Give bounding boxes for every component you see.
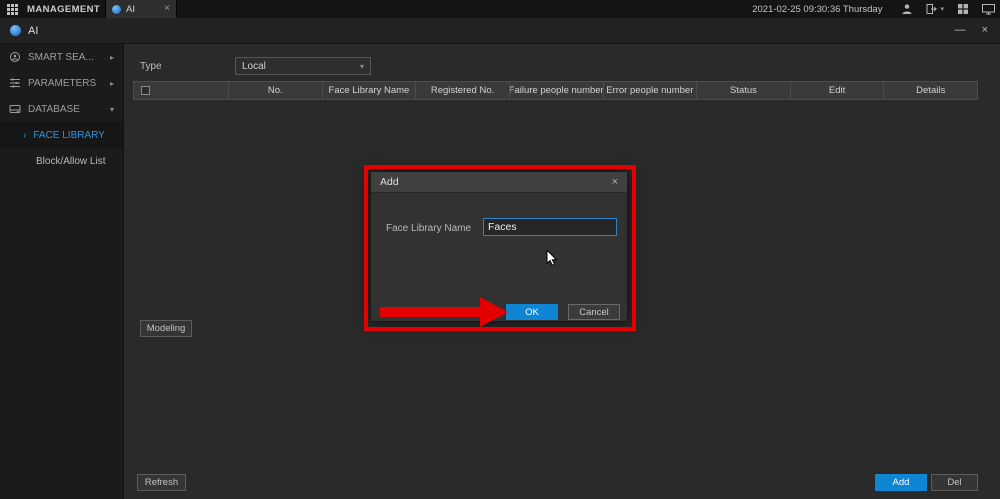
- sidebar-item-label: Block/Allow List: [36, 156, 105, 167]
- tab-ai-label: AI: [126, 4, 135, 15]
- sidebar: SMART SEA... ▸ PARAMETERS ▸ DATABASE ▾ ›…: [0, 44, 124, 499]
- column-header-face-library-name[interactable]: Face Library Name: [323, 82, 417, 99]
- dialog-close-icon[interactable]: ×: [612, 177, 618, 188]
- add-dialog: Add × Face Library Name OK Cancel: [370, 171, 628, 322]
- column-header-details[interactable]: Details: [884, 82, 977, 99]
- apps-grid-icon[interactable]: [7, 4, 18, 15]
- database-icon: [9, 103, 21, 115]
- chevron-down-icon: ▾: [110, 105, 114, 114]
- arrow-right-icon: ▸: [110, 79, 114, 88]
- tab-ai[interactable]: AI ×: [105, 0, 177, 18]
- top-bar: MANAGEMENT AI × 2021-02-25 09:30:36 Thur…: [0, 0, 1000, 18]
- monitor-icon[interactable]: [982, 3, 995, 15]
- management-label: MANAGEMENT: [27, 4, 100, 15]
- type-select-value: Local: [242, 61, 266, 72]
- sidebar-item-label: FACE LIBRARY: [33, 130, 105, 141]
- cancel-button[interactable]: Cancel: [568, 304, 620, 320]
- sidebar-item-database[interactable]: DATABASE ▾: [0, 96, 123, 122]
- modeling-button[interactable]: Modeling: [140, 320, 192, 337]
- user-icon[interactable]: [901, 3, 913, 15]
- ai-sphere-icon: [10, 25, 21, 36]
- sidebar-item-label: PARAMETERS: [28, 78, 96, 89]
- sidebar-item-label: DATABASE: [28, 104, 80, 115]
- face-library-name-label: Face Library Name: [386, 223, 471, 234]
- topbar-right: 2021-02-25 09:30:36 Thursday ▾: [752, 0, 995, 18]
- column-header-edit[interactable]: Edit: [791, 82, 885, 99]
- minimize-icon[interactable]: —: [955, 25, 966, 36]
- window-title: AI: [28, 25, 38, 37]
- arrow-right-icon: ▸: [110, 53, 114, 62]
- parameters-icon: [9, 77, 21, 89]
- close-icon[interactable]: ×: [982, 25, 988, 36]
- sidebar-item-smart-search[interactable]: SMART SEA... ▸: [0, 44, 123, 70]
- datetime-label: 2021-02-25 09:30:36 Thursday: [752, 4, 882, 15]
- sidebar-item-block-allow-list[interactable]: Block/Allow List: [0, 148, 123, 174]
- column-header-status[interactable]: Status: [697, 82, 791, 99]
- table-header-checkbox-cell: [134, 82, 229, 99]
- column-header-registered-no[interactable]: Registered No.: [416, 82, 510, 99]
- smart-search-icon: [9, 51, 21, 63]
- logout-caret-icon: ▾: [940, 5, 944, 13]
- screen: MANAGEMENT AI × 2021-02-25 09:30:36 Thur…: [0, 0, 1000, 499]
- sidebar-item-face-library[interactable]: › FACE LIBRARY: [0, 122, 123, 148]
- column-header-error-people-number[interactable]: Error people number: [604, 82, 698, 99]
- logout-icon[interactable]: ▾: [926, 3, 944, 15]
- sidebar-item-parameters[interactable]: PARAMETERS ▸: [0, 70, 123, 96]
- chevron-down-icon: ▾: [360, 62, 364, 71]
- column-header-no[interactable]: No.: [229, 82, 323, 99]
- del-button[interactable]: Del: [931, 474, 978, 491]
- refresh-button[interactable]: Refresh: [137, 474, 186, 491]
- sidebar-item-label: SMART SEA...: [28, 52, 94, 63]
- table-header: No. Face Library Name Registered No. Fai…: [133, 81, 978, 100]
- ai-sphere-icon: [112, 5, 121, 14]
- dialog-title: Add: [380, 176, 399, 188]
- select-all-checkbox[interactable]: [141, 86, 150, 95]
- chevron-right-icon: ›: [23, 130, 26, 141]
- tab-close-icon[interactable]: ×: [164, 4, 170, 14]
- ok-button[interactable]: OK: [506, 304, 558, 320]
- layout-grid-icon[interactable]: [957, 3, 969, 15]
- type-label: Type: [140, 61, 162, 72]
- face-library-name-input[interactable]: [483, 218, 617, 236]
- window-titlebar: AI — ×: [0, 18, 1000, 44]
- column-header-failure-people-number[interactable]: Failure people number: [510, 82, 604, 99]
- dialog-titlebar: Add ×: [371, 172, 627, 193]
- add-button[interactable]: Add: [875, 474, 927, 491]
- type-select[interactable]: Local ▾: [235, 57, 371, 75]
